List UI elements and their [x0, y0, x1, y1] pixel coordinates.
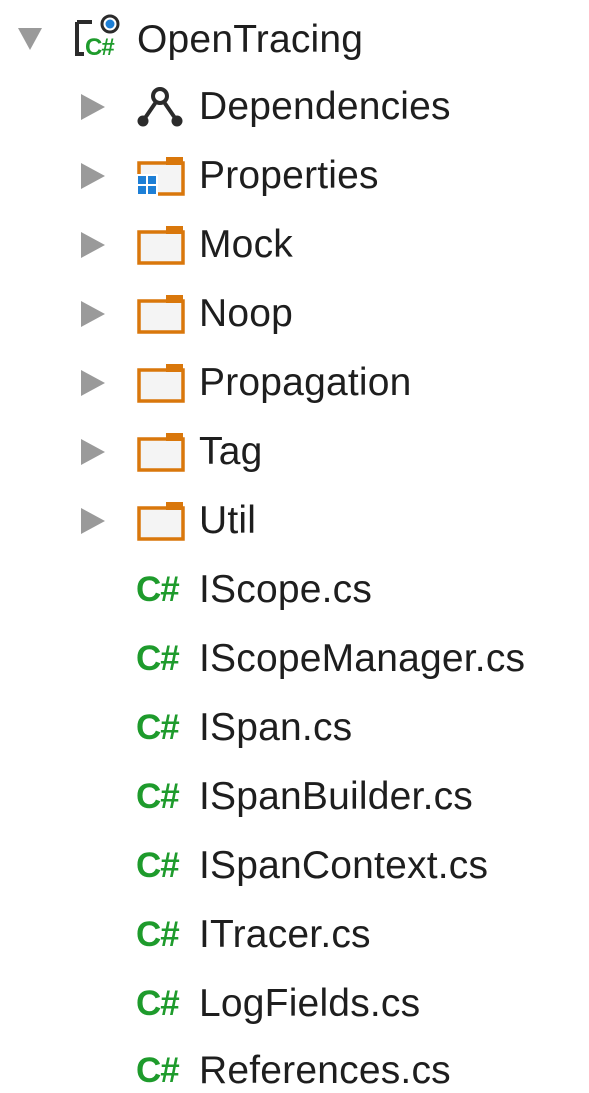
tree-item-label: Mock [199, 223, 293, 266]
tree-item-label: IScopeManager.cs [199, 637, 526, 680]
tree-item-label: Properties [199, 154, 379, 197]
csharp-file-icon: C# [136, 777, 180, 816]
folder-icon [136, 361, 186, 405]
tree-item-dependencies[interactable]: Dependencies [0, 73, 589, 142]
csharp-file-icon: C# [136, 1051, 180, 1090]
csharp-file-icon: C# [136, 846, 180, 885]
properties-folder-icon [136, 154, 186, 198]
tree-item-iscopemanager-cs[interactable]: C# IScopeManager.cs [0, 625, 589, 694]
csharp-file-icon: C# [136, 708, 180, 747]
folder-icon [136, 292, 186, 336]
tree-item-mock[interactable]: Mock [0, 211, 589, 280]
csharp-file-icon: C# [136, 915, 180, 954]
chevron-down-icon[interactable] [16, 24, 46, 54]
csharp-file-icon: C# [136, 570, 180, 609]
chevron-right-icon[interactable] [78, 230, 108, 260]
tree-item-opentracing[interactable]: C# OpenTracing [0, 4, 589, 73]
folder-icon [136, 499, 186, 543]
dependencies-icon [136, 85, 186, 129]
tree-item-label: ISpanContext.cs [199, 844, 489, 887]
chevron-right-icon[interactable] [78, 299, 108, 329]
folder-icon [136, 223, 186, 267]
tree-item-label: Dependencies [199, 85, 451, 128]
tree-item-properties[interactable]: Properties [0, 142, 589, 211]
folder-icon [136, 430, 186, 474]
chevron-right-icon[interactable] [78, 437, 108, 467]
tree-item-ispan-cs[interactable]: C# ISpan.cs [0, 694, 589, 763]
tree-item-label: ITracer.cs [199, 913, 371, 956]
tree-item-iscope-cs[interactable]: C# IScope.cs [0, 556, 589, 625]
tree-item-itracer-cs[interactable]: C# ITracer.cs [0, 901, 589, 970]
tree-item-noop[interactable]: Noop [0, 280, 589, 349]
tree-item-tag[interactable]: Tag [0, 418, 589, 487]
tree-item-label: LogFields.cs [199, 982, 421, 1025]
tree-item-label: Noop [199, 292, 294, 335]
tree-item-label: ISpan.cs [199, 706, 353, 749]
chevron-right-icon[interactable] [78, 506, 108, 536]
tree-item-references-cs[interactable]: C# References.cs [0, 1021, 589, 1092]
tree-item-ispanbuilder-cs[interactable]: C# ISpanBuilder.cs [0, 763, 589, 832]
tree-item-label: Propagation [199, 361, 412, 404]
tree-item-label: Util [199, 499, 257, 542]
csharp-project-icon: C# [74, 14, 124, 58]
tree-item-util[interactable]: Util [0, 487, 589, 556]
tree-item-propagation[interactable]: Propagation [0, 349, 589, 418]
tree-item-label: OpenTracing [137, 18, 364, 61]
tree-item-ispancontext-cs[interactable]: C# ISpanContext.cs [0, 832, 589, 901]
chevron-right-icon[interactable] [78, 161, 108, 191]
csharp-file-icon: C# [136, 639, 180, 678]
csharp-file-icon: C# [136, 984, 180, 1023]
svg-text:C#: C# [85, 34, 114, 58]
tree-item-label: References.cs [199, 1049, 451, 1092]
chevron-right-icon[interactable] [78, 92, 108, 122]
tree-item-label: Tag [199, 430, 263, 473]
tree-item-label: IScope.cs [199, 568, 373, 611]
solution-explorer-tree: C# OpenTracing Dependencies Properties M… [0, 0, 589, 1092]
tree-item-label: ISpanBuilder.cs [199, 775, 474, 818]
chevron-right-icon[interactable] [78, 368, 108, 398]
